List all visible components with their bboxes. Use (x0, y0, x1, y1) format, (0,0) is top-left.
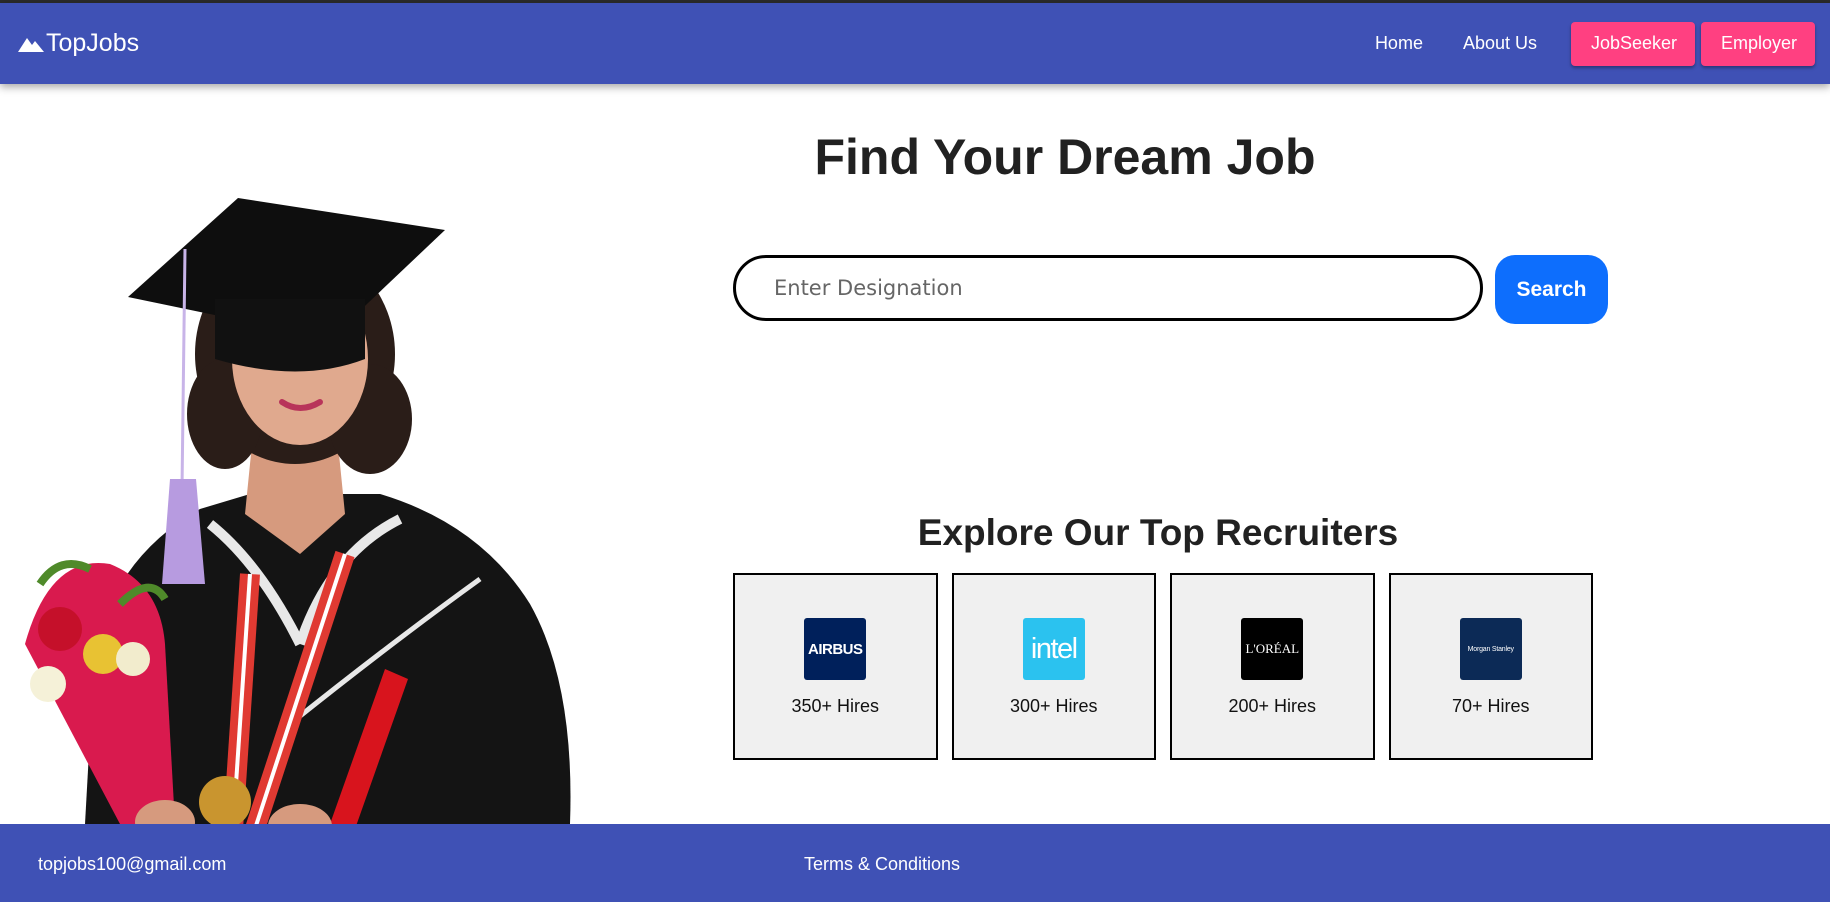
mountain-icon (18, 34, 44, 54)
airbus-logo-icon: AIRBUS (804, 618, 867, 680)
employer-button[interactable]: Employer (1701, 21, 1815, 66)
jobseeker-button[interactable]: JobSeeker (1571, 21, 1695, 66)
navbar: TopJobs Home About Us JobSeeker Employer (0, 3, 1830, 84)
recruiter-card-airbus[interactable]: AIRBUS 350+ Hires (733, 573, 938, 760)
loreal-logo-icon: L'ORÉAL (1241, 618, 1304, 680)
hire-count: 200+ Hires (1228, 696, 1317, 716)
brand-logo[interactable]: TopJobs (18, 3, 139, 84)
graduate-photo (0, 84, 700, 848)
morgan-stanley-logo-icon: Morgan Stanley (1459, 618, 1522, 680)
hire-count: 70+ Hires (1451, 696, 1530, 716)
recruiter-card-loreal[interactable]: L'ORÉAL 200+ Hires (1170, 573, 1375, 760)
nav-home-link[interactable]: Home (1355, 33, 1443, 54)
footer: topjobs100@gmail.com Terms & Conditions (0, 824, 1830, 902)
designation-search-input[interactable] (733, 255, 1483, 321)
brand-name: TopJobs (46, 29, 140, 57)
contact-email-link[interactable]: topjobs100@gmail.com (38, 854, 226, 875)
intel-logo-icon: intel (1022, 618, 1085, 680)
nav-menu: Home About Us JobSeeker Employer (1355, 3, 1830, 84)
hire-count: 300+ Hires (1009, 696, 1098, 716)
recruiter-card-morgan-stanley[interactable]: Morgan Stanley 70+ Hires (1388, 573, 1593, 760)
hire-count: 350+ Hires (791, 696, 880, 716)
terms-link[interactable]: Terms & Conditions (804, 854, 960, 875)
recruiters-heading: Explore Our Top Recruiters (917, 512, 1399, 553)
recruiter-card-intel[interactable]: intel 300+ Hires (951, 573, 1156, 760)
nav-about-link[interactable]: About Us (1443, 33, 1557, 54)
page-title: Find Your Dream Job (814, 129, 1316, 185)
search-button[interactable]: Search (1495, 255, 1608, 324)
recruiter-cards: AIRBUS 350+ Hires intel 300+ Hires L'ORÉ… (733, 573, 1593, 760)
